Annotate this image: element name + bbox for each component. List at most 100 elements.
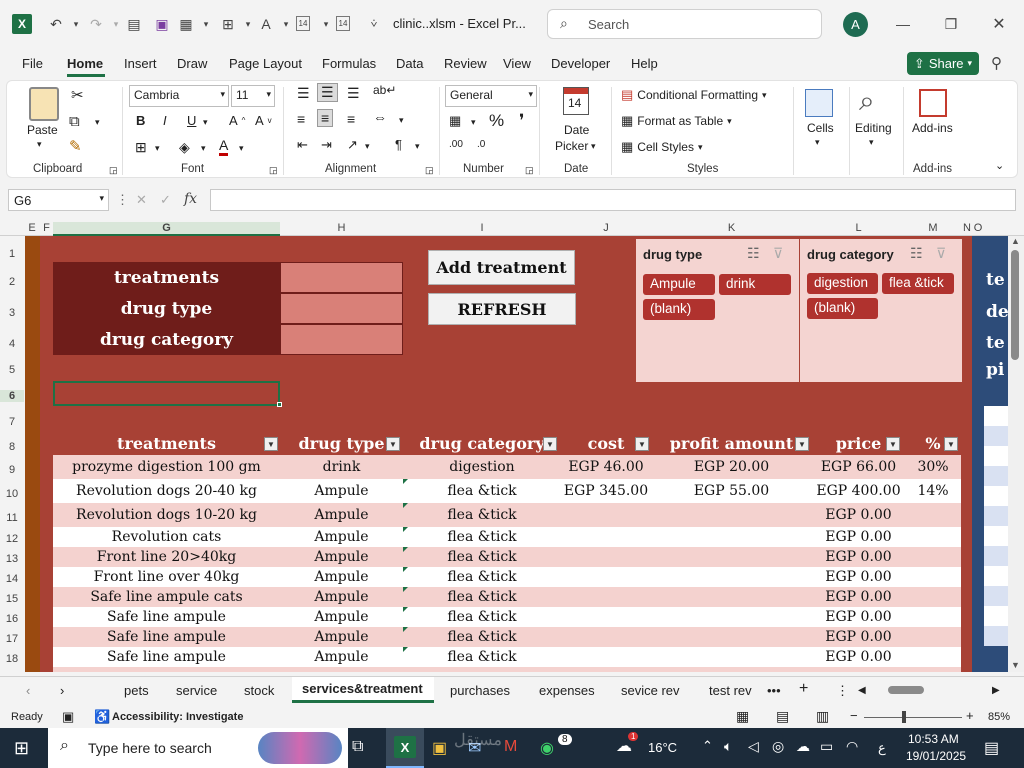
cell-cost[interactable]: EGP 46.00 (561, 455, 651, 479)
filter-dropdown-icon[interactable]: ▼ (795, 437, 809, 451)
row-header[interactable]: 12 (0, 533, 24, 545)
whatsapp-icon[interactable]: ◉ (540, 738, 554, 758)
cell-cost[interactable] (561, 627, 651, 647)
column-header-m[interactable]: M (905, 222, 961, 234)
accessibility-icon[interactable]: ♿ (94, 709, 110, 725)
tab-page-layout[interactable]: Page Layout (229, 56, 302, 71)
cell-treatment[interactable]: Safe line ampule cats (53, 587, 280, 607)
cell-price[interactable]: EGP 0.00 (812, 503, 905, 527)
cell-percent[interactable]: 30% (905, 455, 961, 479)
align-right-icon[interactable]: ≡ (347, 111, 355, 127)
row-header[interactable]: 5 (0, 364, 24, 376)
cell-drug-type[interactable]: drink (280, 455, 403, 479)
minimize-icon[interactable]: — (893, 14, 913, 34)
cell-drug-category[interactable]: flea &tick (403, 527, 561, 547)
column-header-e[interactable]: E (26, 222, 38, 234)
table-row[interactable]: Front line over 40kg Ampule flea &tick E… (53, 567, 961, 587)
tab-view[interactable]: View (503, 56, 531, 71)
row-header[interactable]: 18 (0, 653, 24, 665)
cell-treatment[interactable]: Front line 20>40kg (53, 547, 280, 567)
error-indicator-icon[interactable] (403, 607, 408, 612)
cell-drug-category[interactable]: flea &tick (403, 587, 561, 607)
form-icon[interactable]: ▤ (124, 14, 144, 34)
cell-drug-type[interactable]: Ampule (280, 547, 403, 567)
slicer-drug-type[interactable]: drug type ☷ ⊽ Ampule drink (blank) (636, 239, 799, 382)
row-header[interactable]: 7 (0, 416, 24, 428)
cell-cost[interactable] (561, 547, 651, 567)
accounting-format-icon[interactable]: ▦ (449, 113, 461, 129)
slicer-item-digestion[interactable]: digestion (807, 273, 878, 294)
cell-profit[interactable] (651, 587, 812, 607)
increase-indent-icon[interactable]: ⇥ (321, 137, 332, 153)
cell-profit[interactable]: EGP 55.00 (651, 479, 812, 503)
vertical-scrollbar[interactable]: ▲ ▼ (1008, 236, 1024, 672)
sheet-tab-expenses[interactable]: expenses (539, 683, 595, 698)
font-name-select[interactable]: Cambria ▾ (129, 85, 229, 107)
save-icon[interactable]: ▣ (152, 14, 172, 34)
row-header[interactable]: 2 (0, 276, 24, 288)
fill-color-dropdown-icon[interactable]: ▾ (201, 143, 206, 154)
gmail-icon[interactable]: M (504, 738, 517, 756)
text-direction-icon[interactable]: ¶ (395, 137, 402, 152)
clock-time[interactable]: 10:53 AM (908, 732, 959, 746)
cell-percent[interactable] (905, 527, 961, 547)
drug-type-input[interactable] (280, 293, 403, 324)
table-row[interactable]: Revolution dogs 20-40 kg Ampule flea &ti… (53, 479, 961, 503)
cell-drug-category[interactable]: flea &tick (403, 567, 561, 587)
cell-percent[interactable] (905, 587, 961, 607)
cells-label[interactable]: Cells (807, 121, 834, 135)
page-break-view-icon[interactable]: ▥ (816, 708, 829, 725)
text-box-dropdown-icon[interactable]: ▾ (276, 14, 296, 34)
tab-formulas[interactable]: Formulas (322, 56, 376, 71)
slicer-item-blank[interactable]: (blank) (643, 299, 715, 320)
row-header[interactable]: 8 (0, 441, 24, 453)
zoom-level[interactable]: 85% (988, 711, 1010, 723)
number-format-select[interactable]: General ▾ (445, 85, 537, 107)
paste-dropdown-icon[interactable]: ▾ (37, 139, 42, 150)
date-picker-label-1[interactable]: Date (564, 123, 589, 137)
share-button[interactable]: ⇪ Share ▾ (907, 52, 979, 75)
table-row[interactable]: Revolution dogs 10-20 kg Ampule flea &ti… (53, 503, 961, 527)
cell-profit[interactable] (651, 527, 812, 547)
cell-profit[interactable] (651, 627, 812, 647)
cells-dropdown-icon[interactable]: ▾ (815, 137, 820, 148)
column-header-n[interactable]: N (961, 222, 973, 234)
cell-profit[interactable] (651, 567, 812, 587)
filter-dropdown-icon[interactable]: ▼ (886, 437, 900, 451)
cell-styles-button[interactable]: ▦ Cell Styles ▾ (621, 139, 703, 155)
more-sheets-icon[interactable]: ••• (767, 683, 781, 698)
clear-filter-icon[interactable]: ⊽ (936, 245, 946, 262)
orientation-icon[interactable]: ↗ (347, 137, 358, 153)
windows-start-icon[interactable]: ⊞ (14, 738, 29, 759)
number-launcher-icon[interactable]: ◲ (525, 165, 534, 176)
drug-category-input[interactable] (280, 324, 403, 355)
zoom-slider-thumb[interactable] (902, 711, 906, 723)
column-header-l[interactable]: L (812, 222, 905, 234)
scroll-thumb[interactable] (1011, 250, 1019, 360)
taskbar-search-box[interactable]: ⌕ Type here to search (48, 728, 348, 768)
cell-drug-category[interactable]: flea &tick (403, 627, 561, 647)
date-picker-icon[interactable]: 14 (563, 87, 589, 115)
row-header[interactable]: 17 (0, 633, 24, 645)
tab-home[interactable]: Home (67, 56, 103, 71)
align-center-icon[interactable]: ≡ (317, 109, 334, 127)
cell-treatment[interactable]: Safe line ampule (53, 607, 280, 627)
add-sheet-icon[interactable]: + (799, 680, 808, 698)
tab-data[interactable]: Data (396, 56, 423, 71)
filter-dropdown-icon[interactable]: ▼ (264, 437, 278, 451)
alignment-launcher-icon[interactable]: ◲ (425, 165, 434, 176)
column-header-k[interactable]: K (651, 222, 812, 234)
italic-icon[interactable]: I (163, 113, 167, 128)
table-row[interactable]: Safe line ampule cats Ampule flea &tick … (53, 587, 961, 607)
row-header[interactable]: 15 (0, 593, 24, 605)
cell-price[interactable]: EGP 0.00 (812, 627, 905, 647)
tab-help[interactable]: Help (631, 56, 658, 71)
underline-dropdown-icon[interactable]: ▾ (203, 117, 208, 128)
merge-dropdown-icon[interactable]: ▾ (399, 115, 404, 126)
format-as-table-button[interactable]: ▦ Format as Table ▾ (621, 113, 732, 129)
cells-icon[interactable] (805, 89, 833, 117)
font-color-icon[interactable]: A (219, 137, 229, 156)
speaker-icon[interactable]: ◁ (748, 738, 759, 755)
error-indicator-icon[interactable] (403, 567, 408, 572)
tray-expand-icon[interactable]: ⌃ (702, 738, 713, 754)
